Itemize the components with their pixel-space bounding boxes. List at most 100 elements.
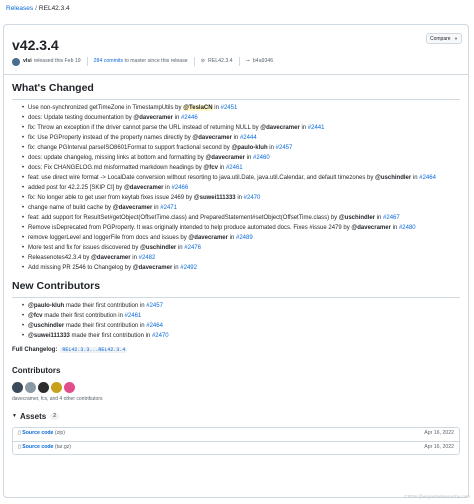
- change-item: feat: use direct wire format -> LocalDat…: [22, 173, 460, 183]
- user-mention[interactable]: @davecramer: [205, 155, 245, 161]
- user-mention[interactable]: @TeslaCN: [183, 105, 213, 112]
- changes-list: Use non-synchronized getTimeZone in Time…: [22, 103, 460, 273]
- user-mention[interactable]: @fcv: [203, 165, 218, 171]
- pr-link[interactable]: #2480: [399, 225, 416, 231]
- pr-link[interactable]: #2461: [125, 313, 142, 319]
- user-mention[interactable]: @davecramer: [133, 115, 173, 121]
- watermark: CSDN @wojiaohehannacha.com: [404, 494, 470, 500]
- user-mention[interactable]: @uschindler: [375, 175, 411, 181]
- user-mention[interactable]: @davecramer: [188, 235, 228, 241]
- asset-date: Apr 16, 2022: [424, 430, 454, 437]
- change-text: fix: No longer able to get user from key…: [28, 195, 194, 202]
- pr-link[interactable]: #2457: [276, 145, 293, 151]
- breadcrumb-releases-link[interactable]: Releases: [6, 5, 33, 12]
- user-mention[interactable]: @davecramer: [260, 125, 300, 131]
- full-changelog-label: Full Changelog:: [12, 347, 58, 354]
- breadcrumb: Releases / REL42.3.4: [6, 4, 70, 13]
- change-item: Remove isDeprecated from PGProperty. It …: [22, 223, 460, 233]
- pr-link[interactable]: #2482: [139, 255, 156, 261]
- pr-link[interactable]: #2460: [253, 155, 270, 161]
- contribution-text: made their first contribution in: [42, 313, 125, 320]
- contributor-avatar[interactable]: [25, 381, 36, 393]
- asset-date: Apr 16, 2022: [424, 443, 454, 450]
- user-mention[interactable]: @suwei111333: [194, 195, 236, 201]
- pr-link[interactable]: #2461: [226, 165, 243, 171]
- assets-list: ▯ Source code (zip) Apr 16, 2022 ▯ Source …: [12, 426, 460, 455]
- change-item: fix: change PGInterval parseISO8601Forma…: [22, 143, 460, 153]
- meta-divider: [193, 57, 195, 66]
- in-text: in: [299, 125, 308, 132]
- user-mention[interactable]: @uschindler: [339, 215, 375, 221]
- user-mention[interactable]: @davecramer: [192, 135, 232, 141]
- release-card: v42.3.4 Compare ▼ vlsi released this Feb…: [3, 24, 469, 498]
- change-item: Add missing PR 2546 to Changelog by @dav…: [22, 263, 460, 273]
- change-text: Remove isDeprecated from PGProperty. It …: [28, 225, 352, 232]
- contributor-avatar[interactable]: [51, 381, 62, 393]
- in-text: in: [375, 215, 384, 222]
- whats-changed-heading: What's Changed: [12, 81, 460, 101]
- contributors-heading: Contributors: [12, 366, 61, 376]
- user-mention[interactable]: @davecramer: [113, 205, 153, 211]
- tag-name[interactable]: REL42.3.4: [208, 58, 233, 66]
- pr-link[interactable]: #2441: [308, 125, 325, 131]
- commit-hash[interactable]: b4a9346: [253, 58, 273, 66]
- commits-link[interactable]: 284 commits: [94, 58, 123, 66]
- user-mention[interactable]: @fcv: [28, 313, 43, 319]
- in-text: in: [231, 135, 240, 142]
- compare-button[interactable]: Compare ▼: [426, 33, 462, 44]
- release-title: v42.3.4: [12, 37, 59, 53]
- pr-link[interactable]: #2476: [184, 245, 201, 251]
- in-text: in: [217, 165, 226, 172]
- change-text: Releasenotes42.3.4 by: [28, 255, 92, 262]
- pr-link[interactable]: #2457: [146, 303, 163, 309]
- user-mention[interactable]: @davecramer: [351, 225, 391, 231]
- user-mention[interactable]: @davecramer: [91, 255, 131, 261]
- pr-link[interactable]: #2492: [180, 265, 197, 271]
- asset-name[interactable]: ▯ Source code (tar.gz): [18, 444, 71, 452]
- change-text: fix: Use PGProperty instead of the prope…: [28, 135, 193, 142]
- in-text: in: [227, 235, 236, 242]
- pr-link[interactable]: #2446: [181, 115, 198, 121]
- contributor-avatar[interactable]: [64, 381, 75, 393]
- pr-link[interactable]: #2470: [244, 195, 261, 201]
- change-text: remove loggerLevel and loggerFile from d…: [28, 235, 189, 242]
- author-name[interactable]: vlsi: [23, 58, 32, 66]
- change-text: feat: use direct wire format -> LocalDat…: [28, 175, 376, 182]
- user-mention[interactable]: @davecramer: [124, 185, 164, 191]
- full-changelog-link[interactable]: REL42.3.3...REL42.3.4: [60, 347, 128, 354]
- user-mention[interactable]: @uschindler: [140, 245, 176, 251]
- user-mention[interactable]: @uschindler: [28, 323, 64, 329]
- in-text: in: [163, 185, 172, 192]
- assets-toggle[interactable]: ▼ Assets 2: [12, 411, 460, 423]
- pr-link[interactable]: #2470: [152, 333, 169, 339]
- pr-link[interactable]: #2467: [383, 215, 400, 221]
- triangle-down-icon: ▼: [12, 413, 17, 420]
- in-text: in: [267, 145, 276, 152]
- user-mention[interactable]: @suwei111333: [28, 333, 70, 339]
- pr-link[interactable]: #2464: [419, 175, 436, 181]
- commits-suffix: to master since this release: [124, 57, 188, 64]
- in-text: in: [235, 195, 244, 202]
- change-item: change name of build cache by @davecrame…: [22, 203, 460, 213]
- user-mention[interactable]: @paulo-kluh: [28, 303, 64, 309]
- user-mention[interactable]: @paulo-kluh: [231, 145, 267, 151]
- author-avatar[interactable]: [12, 57, 20, 66]
- pr-link[interactable]: #2464: [146, 323, 163, 329]
- pr-link[interactable]: #2471: [160, 205, 177, 211]
- asset-name[interactable]: ▯ Source code (zip): [18, 430, 65, 438]
- contributor-avatar[interactable]: [12, 381, 23, 393]
- change-item: Releasenotes42.3.4 by @davecramer in #24…: [22, 253, 460, 263]
- change-item: fix: Throw an exception if the driver ca…: [22, 123, 460, 133]
- change-text: fix: Throw an exception if the driver ca…: [28, 125, 261, 132]
- user-mention[interactable]: @davecramer: [133, 265, 173, 271]
- asset-row[interactable]: ▯ Source code (tar.gz) Apr 16, 2022: [13, 440, 459, 454]
- pr-link[interactable]: #2489: [236, 235, 253, 241]
- asset-row[interactable]: ▯ Source code (zip) Apr 16, 2022: [13, 428, 459, 441]
- pr-link[interactable]: #2451: [221, 105, 238, 111]
- contributor-avatars: [12, 381, 460, 393]
- compare-label: Compare: [430, 36, 451, 42]
- contributor-avatar[interactable]: [38, 381, 49, 393]
- pr-link[interactable]: #2466: [172, 185, 189, 191]
- pr-link[interactable]: #2444: [240, 135, 257, 141]
- new-contributor-item: @uschindler made their first contributio…: [22, 321, 460, 331]
